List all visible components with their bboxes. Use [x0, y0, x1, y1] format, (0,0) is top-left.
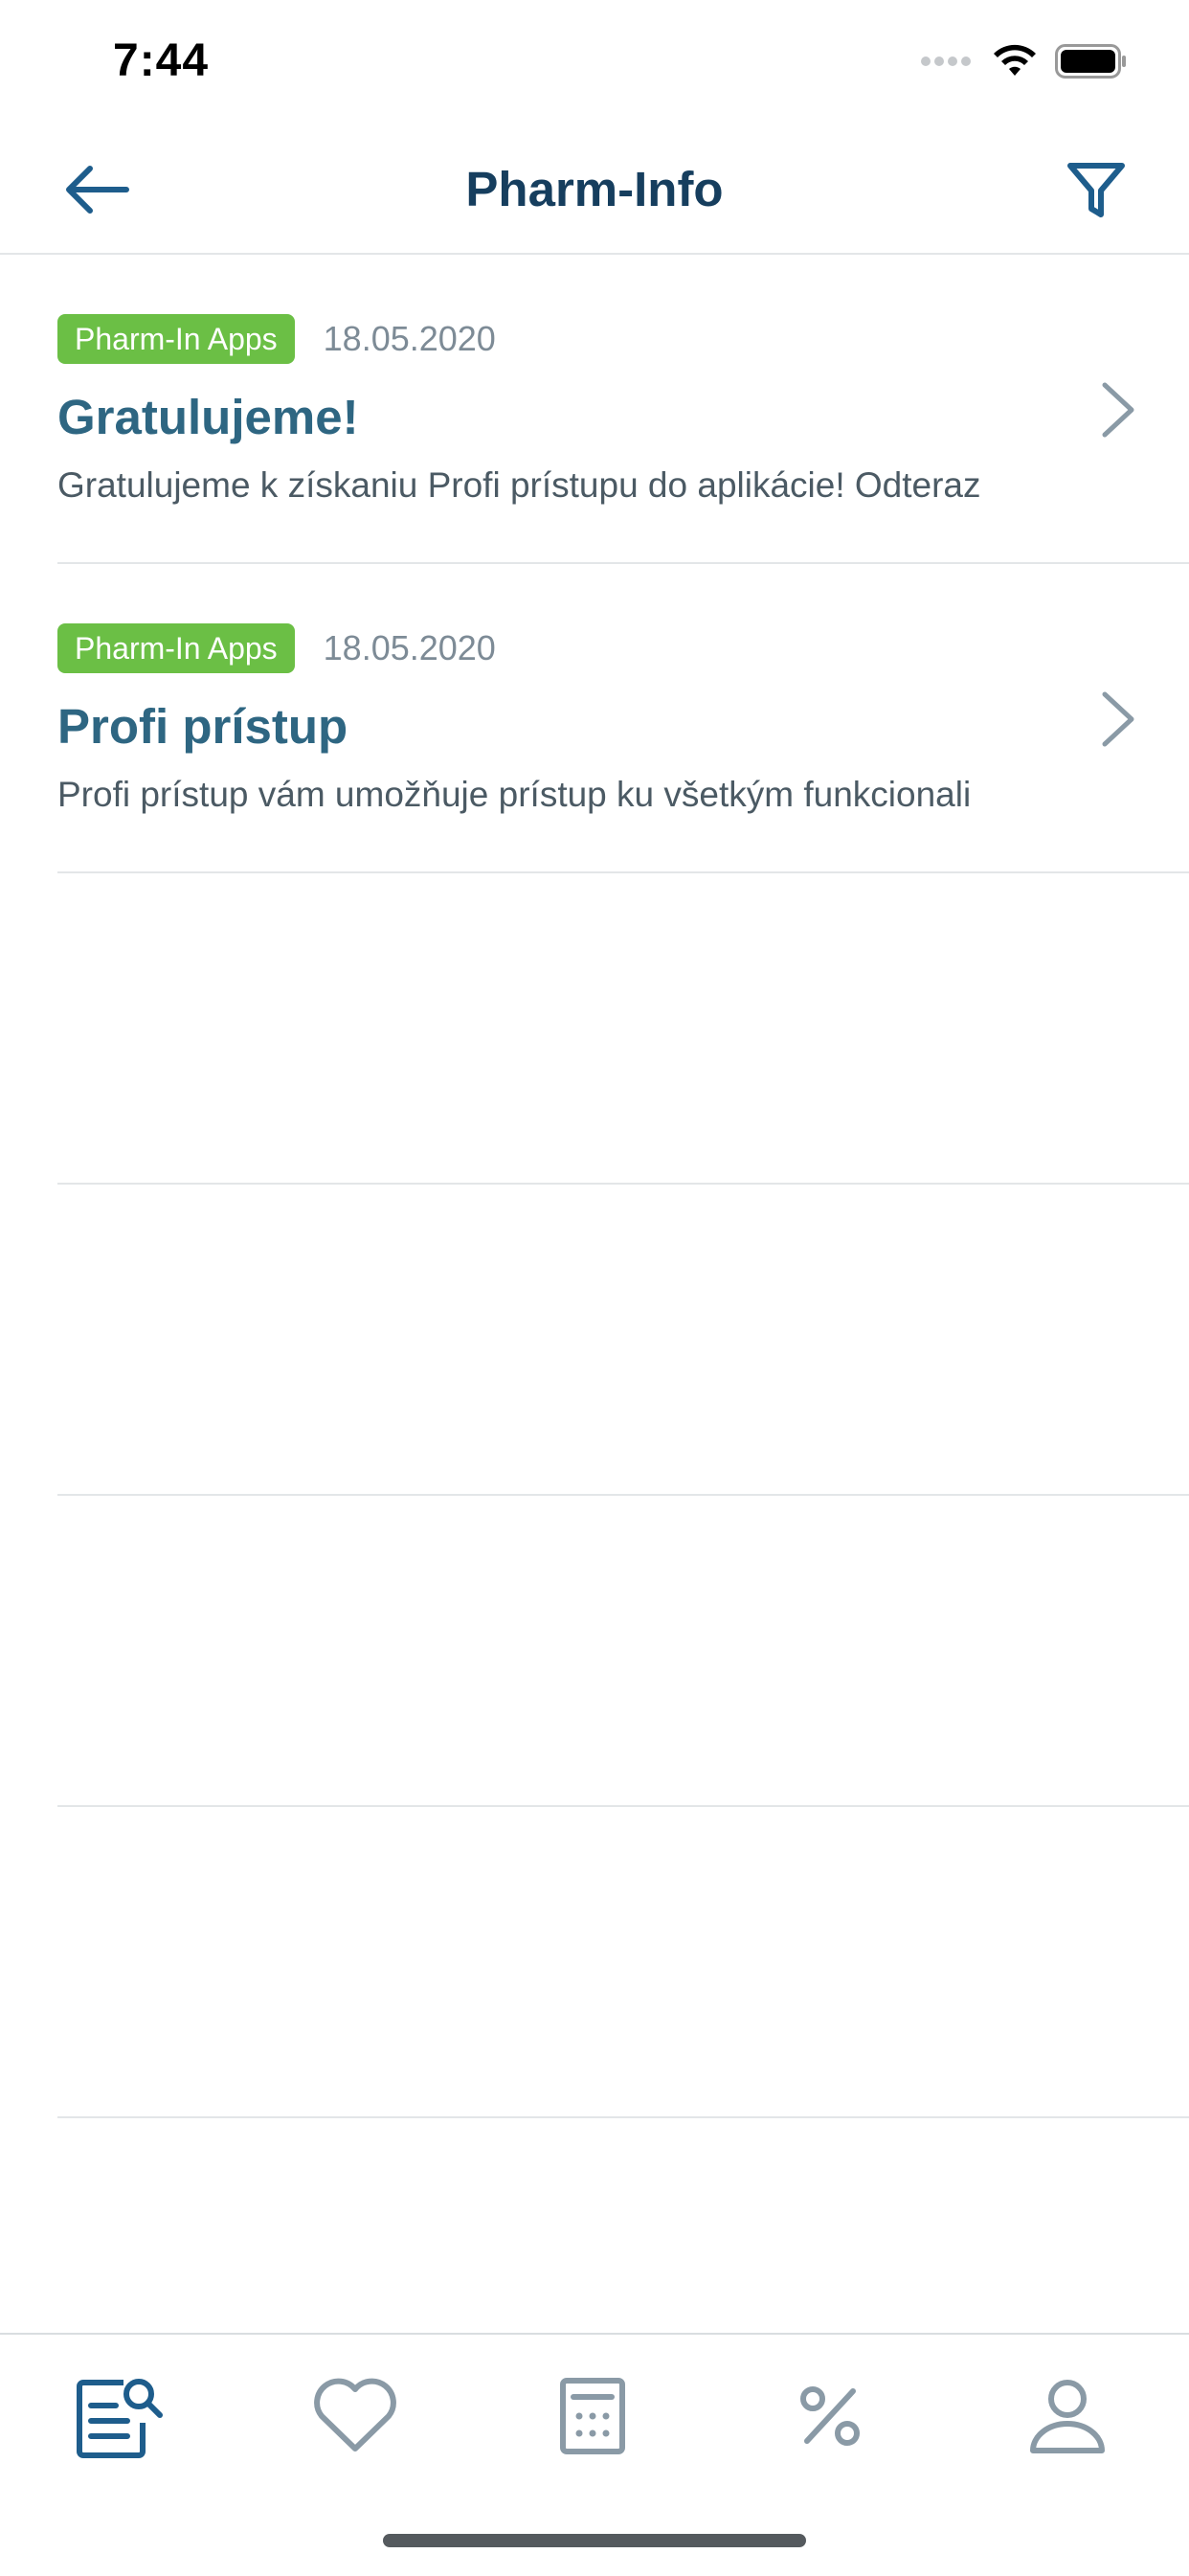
tab-favorites[interactable] — [303, 2363, 408, 2469]
item-title: Gratulujeme! — [57, 390, 359, 444]
article-list: Pharm-In Apps 18.05.2020 Gratulujeme! Gr… — [0, 255, 1189, 2118]
status-icons — [919, 44, 1128, 79]
item-description: Gratulujeme k získaniu Profi prístupu do… — [57, 465, 981, 505]
home-indicator — [383, 2534, 806, 2547]
chevron-right-icon — [1102, 691, 1134, 747]
filter-button[interactable] — [1061, 155, 1132, 226]
percent-icon — [800, 2386, 860, 2446]
item-title: Profi prístup — [57, 699, 348, 754]
heart-icon — [314, 2378, 396, 2452]
source-badge: Pharm-In Apps — [57, 314, 295, 364]
tab-news[interactable] — [65, 2363, 170, 2469]
wifi-icon — [994, 44, 1036, 76]
tab-calculator[interactable] — [540, 2363, 645, 2469]
item-description: Profi prístup vám umožňuje prístup ku vš… — [57, 775, 972, 814]
empty-row — [57, 873, 1189, 1185]
status-time: 7:44 — [113, 35, 210, 86]
status-bar: 7:44 — [0, 0, 1189, 126]
user-icon — [1030, 2380, 1105, 2453]
empty-row — [57, 1496, 1189, 1807]
empty-row — [57, 1185, 1189, 1496]
news-search-icon — [77, 2379, 163, 2458]
item-meta: Pharm-In Apps 18.05.2020 — [57, 314, 496, 364]
filter-funnel-icon — [1067, 163, 1125, 217]
tab-discounts[interactable] — [777, 2363, 883, 2469]
list-item[interactable]: Pharm-In Apps 18.05.2020 Profi prístup P… — [57, 564, 1189, 873]
chevron-right-icon — [1102, 382, 1134, 438]
battery-icon — [1055, 44, 1126, 79]
empty-row — [57, 1807, 1189, 2118]
calculator-icon — [560, 2378, 625, 2454]
item-date: 18.05.2020 — [323, 319, 496, 358]
nav-bar: Pharm-Info — [0, 126, 1189, 255]
tab-profile[interactable] — [1015, 2363, 1120, 2469]
page-title: Pharm-Info — [465, 162, 724, 216]
list-item[interactable]: Pharm-In Apps 18.05.2020 Gratulujeme! Gr… — [57, 255, 1189, 564]
source-badge: Pharm-In Apps — [57, 623, 295, 673]
item-date: 18.05.2020 — [323, 628, 496, 667]
signal-icon — [921, 56, 971, 66]
item-meta: Pharm-In Apps 18.05.2020 — [57, 623, 496, 673]
